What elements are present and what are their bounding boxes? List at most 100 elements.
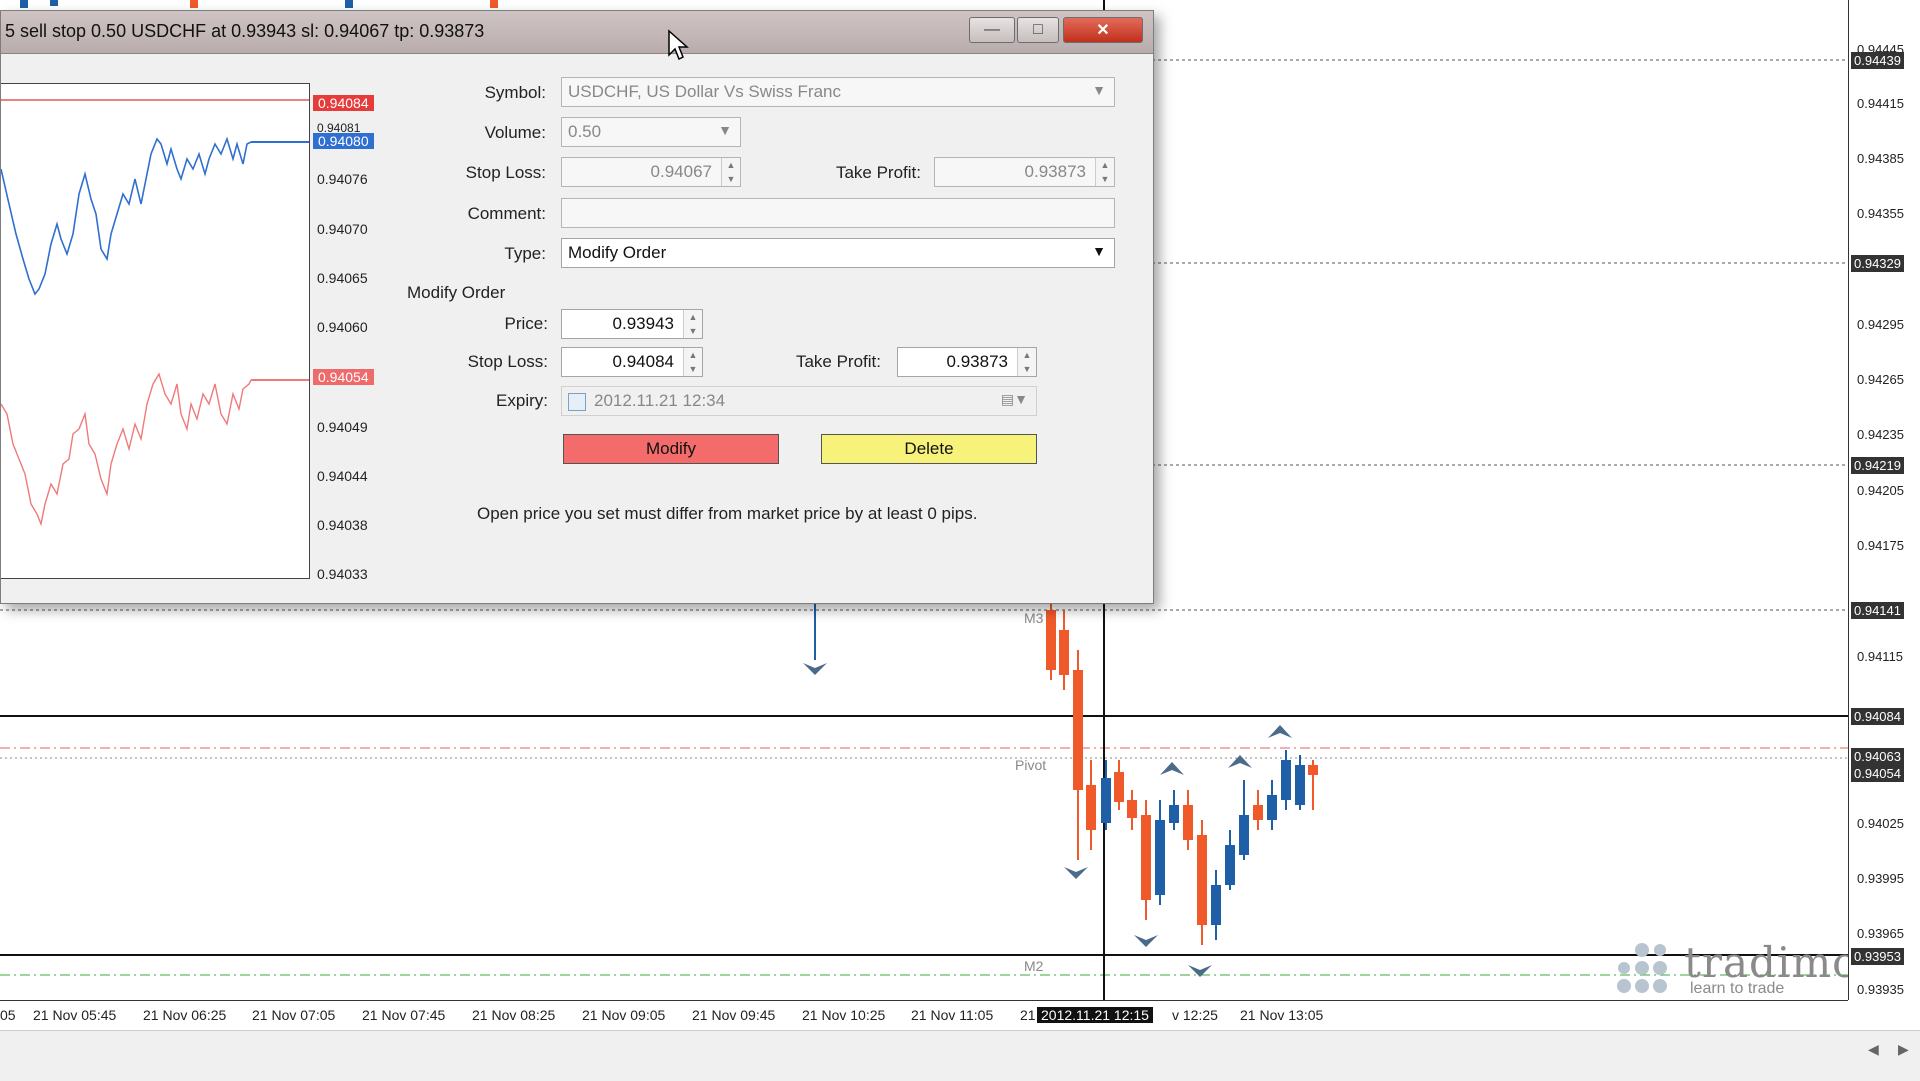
- price-tick: 0.93935: [1857, 982, 1904, 997]
- type-label: Type:: [504, 244, 546, 263]
- spinner-icon[interactable]: ▲ ▼: [721, 158, 740, 186]
- modify-order-group-title: Modify Order: [407, 283, 506, 302]
- symbol-select[interactable]: USDCHF, US Dollar Vs Swiss Franc ▼: [561, 77, 1115, 107]
- close-icon: ✕: [1096, 22, 1110, 39]
- stop-loss-value: 0.94067: [650, 162, 712, 181]
- axis-value: 0.94033: [317, 566, 368, 582]
- spinner-icon[interactable]: ▲ ▼: [683, 310, 702, 338]
- comment-label: Comment:: [467, 204, 546, 223]
- minimize-button[interactable]: —: [969, 17, 1015, 43]
- price-level-badge: 0.93953: [1851, 948, 1904, 965]
- time-label: 21 Nov 07:05: [252, 1007, 336, 1023]
- expiry-picker[interactable]: 2012.11.21 12:34 ▤▼: [561, 386, 1037, 416]
- modify-stop-loss-value: 0.94084: [612, 352, 674, 371]
- take-profit-label: Take Profit:: [835, 163, 921, 182]
- comment-input[interactable]: [561, 198, 1115, 228]
- time-label: 21 Nov 09:45: [692, 1007, 776, 1023]
- axis-value: 0.94070: [317, 221, 368, 237]
- price-tick: 0.94235: [1857, 427, 1904, 442]
- stop-loss-label: Stop Loss:: [465, 163, 546, 182]
- current-time-badge: 2012.11.21 12:15: [1037, 1007, 1153, 1023]
- price-axis: 0.94445 0.94415 0.94385 0.94355 0.94295 …: [1848, 0, 1920, 1000]
- ask-badge: 0.94084: [313, 95, 374, 111]
- time-label: 21 Nov 09:05: [582, 1007, 666, 1023]
- take-profit-field[interactable]: 0.93873 ▲ ▼: [934, 157, 1115, 187]
- scroll-left-icon[interactable]: ◀: [1868, 1041, 1879, 1058]
- chevron-down-icon: ▼: [1092, 243, 1106, 259]
- price-tick: 0.94175: [1857, 538, 1904, 553]
- maximize-icon: □: [1033, 21, 1043, 38]
- spinner-icon[interactable]: ▲ ▼: [1095, 158, 1114, 186]
- type-select[interactable]: Modify Order ▼: [561, 238, 1115, 268]
- time-label: 21 Nov 07:45: [362, 1007, 446, 1023]
- chevron-down-icon: ▼: [718, 122, 732, 138]
- price-tick: 0.94385: [1857, 151, 1904, 166]
- symbol-label: Symbol:: [484, 83, 546, 102]
- mouse-cursor-icon: [668, 29, 689, 61]
- volume-select[interactable]: 0.50 ▼: [561, 117, 741, 147]
- time-label: 21 Nov 08:25: [472, 1007, 556, 1023]
- time-label: 21 Nov 11:05: [911, 1007, 994, 1023]
- candles: [814, 600, 1318, 945]
- maximize-button[interactable]: □: [1017, 17, 1059, 43]
- axis-value: 0.94044: [317, 468, 368, 484]
- tick-chart-canvas: [0, 99, 309, 527]
- time-axis: 05 21 Nov 05:45 21 Nov 06:25 21 Nov 07:0…: [0, 1000, 1848, 1031]
- type-value: Modify Order: [568, 243, 667, 262]
- price-input[interactable]: 0.93943 ▲ ▼: [561, 309, 703, 339]
- axis-value: 0.94049: [317, 419, 368, 435]
- bid-badge: 0.94080: [313, 133, 374, 149]
- symbol-value: USDCHF, US Dollar Vs Swiss Franc: [568, 82, 841, 101]
- price-level-badge: 0.94219: [1851, 457, 1904, 474]
- price-tick: 0.94355: [1857, 206, 1904, 221]
- tradimo-watermark: tradimo learn to trade: [1612, 938, 1848, 998]
- price-tick: 0.93995: [1857, 871, 1904, 886]
- chart-scrollbar[interactable]: ◀ ▶: [0, 1030, 1920, 1081]
- expiry-checkbox[interactable]: [568, 392, 586, 411]
- spinner-icon[interactable]: ▲ ▼: [1017, 348, 1036, 376]
- m2-label: M2: [1024, 958, 1044, 974]
- price-tick: 0.94295: [1857, 317, 1904, 332]
- tradimo-tagline: learn to trade: [1690, 980, 1785, 997]
- calendar-icon[interactable]: ▤▼: [1001, 391, 1028, 408]
- chevron-down-icon: ▼: [1092, 82, 1106, 98]
- minimize-icon: —: [984, 21, 1000, 38]
- price-level-badge: 0.94439: [1851, 52, 1904, 69]
- price-tick: 0.94115: [1857, 649, 1904, 664]
- expiry-value: 2012.11.21 12:34: [594, 391, 726, 410]
- take-profit-value: 0.93873: [1024, 162, 1086, 181]
- m3-label: M3: [1024, 610, 1044, 626]
- price-tick: 0.94265: [1857, 372, 1904, 387]
- price-label: Price:: [504, 314, 548, 333]
- volume-label: Volume:: [484, 123, 546, 142]
- bid-line: [0, 372, 252, 527]
- scroll-right-icon[interactable]: ▶: [1898, 1041, 1909, 1058]
- price-tick: 0.93965: [1857, 926, 1904, 941]
- delete-button[interactable]: Delete: [821, 434, 1037, 464]
- time-label: 21 Nov 13:05: [1240, 1007, 1324, 1023]
- modify-take-profit-input[interactable]: 0.93873 ▲ ▼: [897, 347, 1037, 377]
- price-tick: 0.94205: [1857, 483, 1904, 498]
- time-label: 21 Nov 06:25: [143, 1007, 227, 1023]
- tick-chart: [0, 83, 310, 579]
- spinner-icon[interactable]: ▲ ▼: [683, 348, 702, 376]
- modify-button[interactable]: Modify: [563, 434, 779, 464]
- modify-order-dialog[interactable]: 5 sell stop 0.50 USDCHF at 0.93943 sl: 0…: [0, 10, 1154, 604]
- fractal-arrows: [803, 663, 1292, 977]
- modify-stop-loss-label: Stop Loss:: [467, 352, 548, 371]
- price-value: 0.93943: [612, 314, 674, 333]
- price-tick: 0.94025: [1857, 816, 1904, 831]
- close-button[interactable]: ✕: [1063, 17, 1143, 43]
- stop-loss-field[interactable]: 0.94067 ▲ ▼: [561, 157, 741, 187]
- dialog-titlebar[interactable]: 5 sell stop 0.50 USDCHF at 0.93943 sl: 0…: [1, 11, 1153, 54]
- axis-value: 0.94060: [317, 319, 368, 335]
- modify-take-profit-value: 0.93873: [946, 352, 1008, 371]
- axis-value: 0.94065: [317, 270, 368, 286]
- price-level-badge: 0.94329: [1851, 255, 1904, 272]
- axis-value: 0.94076: [317, 171, 368, 187]
- tradimo-logo-icon: [1617, 943, 1667, 993]
- modify-stop-loss-input[interactable]: 0.94084 ▲ ▼: [561, 347, 703, 377]
- time-label: v 12:25: [1172, 1007, 1218, 1023]
- time-label: 21: [1020, 1007, 1036, 1023]
- ask-line: [0, 136, 252, 296]
